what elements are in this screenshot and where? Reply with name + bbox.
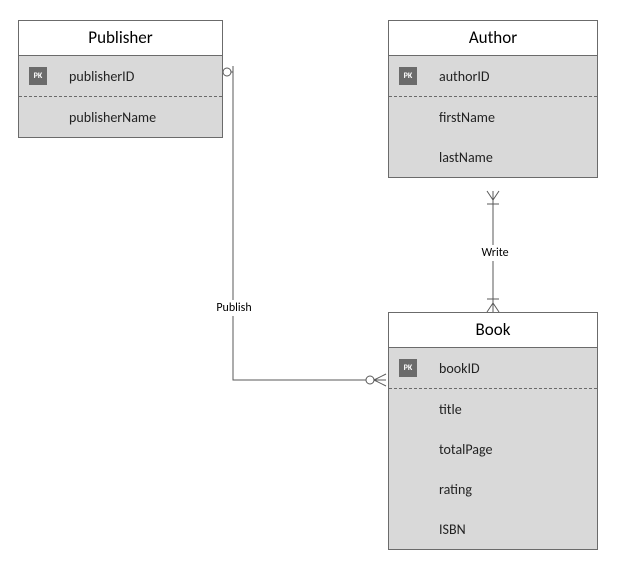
author-attr-firstname: firstName	[439, 109, 495, 126]
book-attr-totalpage: totalPage	[439, 441, 492, 458]
book-attr-totalpage-row: totalPage	[389, 429, 597, 469]
book-attr-rating-row: rating	[389, 469, 597, 509]
book-attr-isbn: ISBN	[439, 521, 466, 538]
pk-badge-icon: PK	[399, 67, 417, 85]
publisher-attr-publishername: publisherName	[69, 109, 156, 126]
author-attr-lastname-row: lastName	[389, 137, 597, 177]
publisher-attr-publishername-row: publisherName	[19, 97, 222, 137]
author-attr-authorid: authorID	[439, 68, 490, 85]
entity-author: Author PK authorID firstName lastName	[388, 20, 598, 178]
pk-badge-icon: PK	[29, 67, 47, 85]
publisher-attr-publisherid: publisherID	[69, 68, 134, 85]
entity-title-book: Book	[389, 313, 597, 348]
author-attr-lastname: lastName	[439, 149, 493, 166]
relationship-label-write: Write	[477, 245, 512, 261]
book-attr-rating: rating	[439, 481, 472, 498]
book-attr-isbn-row: ISBN	[389, 509, 597, 549]
author-attr-firstname-row: firstName	[389, 97, 597, 137]
entity-title-author: Author	[389, 21, 597, 56]
book-attr-title: title	[439, 401, 462, 418]
entity-book: Book PK bookID title totalPage rating IS…	[388, 312, 598, 550]
book-attr-bookid: bookID	[439, 360, 480, 377]
publisher-attr-publisherid-row: PK publisherID	[19, 56, 222, 97]
book-attr-title-row: title	[389, 389, 597, 429]
entity-title-publisher: Publisher	[19, 21, 222, 56]
pk-badge-icon: PK	[399, 359, 417, 377]
relationship-label-publish: Publish	[212, 300, 255, 316]
entity-publisher: Publisher PK publisherID publisherName	[18, 20, 223, 138]
author-attr-authorid-row: PK authorID	[389, 56, 597, 97]
book-attr-bookid-row: PK bookID	[389, 348, 597, 389]
